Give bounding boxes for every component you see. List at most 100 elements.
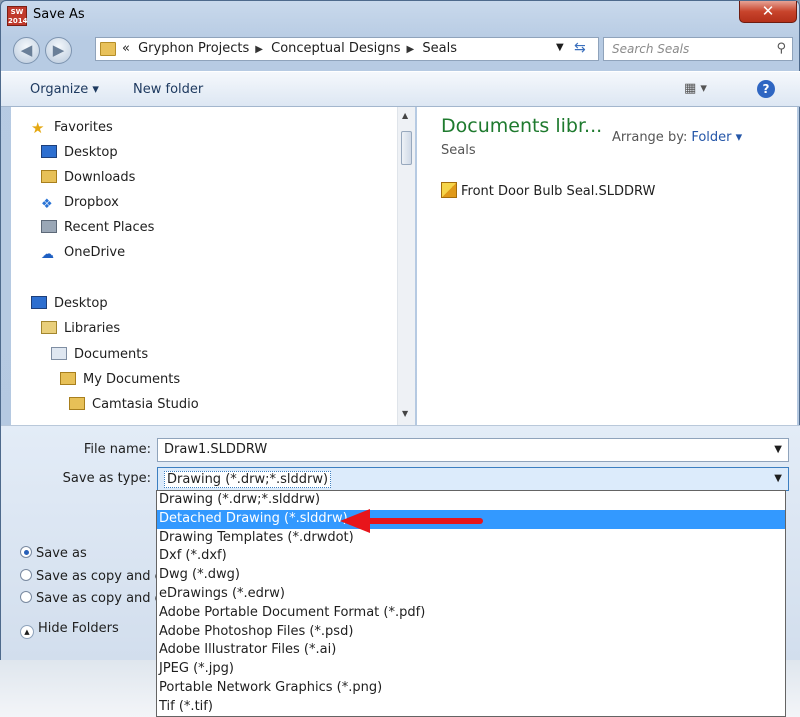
recent-places-icon bbox=[41, 220, 57, 233]
save-as-type-label: Save as type: bbox=[62, 471, 151, 486]
folder-icon bbox=[100, 42, 116, 56]
radio-label: Save as bbox=[36, 546, 87, 561]
radio-label: Save as copy and o bbox=[36, 591, 163, 606]
arrange-label: Arrange by: bbox=[612, 130, 688, 145]
search-box[interactable]: Search Seals ⚲ bbox=[603, 37, 793, 61]
arrange-by-dropdown[interactable]: Folder ▾ bbox=[691, 130, 742, 145]
sidebar-item-label: OneDrive bbox=[64, 245, 126, 260]
scroll-up-icon[interactable]: ▲ bbox=[402, 111, 408, 120]
breadcrumb-gryphon-projects[interactable]: Gryphon Projects bbox=[138, 41, 249, 56]
refresh-icon[interactable]: ⇆ bbox=[574, 40, 586, 56]
type-option[interactable]: Tif (*.tif) bbox=[157, 698, 785, 716]
radio-save-copy-continue[interactable]: Save as copy and c bbox=[20, 569, 162, 584]
breadcrumb-seals[interactable]: Seals bbox=[422, 41, 457, 56]
address-bar[interactable]: « Gryphon Projects ▶ Conceptual Designs ▶ … bbox=[95, 37, 599, 61]
library-title: Documents libr... bbox=[441, 115, 603, 137]
dropbox-icon: ❖ bbox=[41, 197, 53, 212]
sidebar-item-onedrive[interactable]: ☁ OneDrive bbox=[41, 245, 125, 265]
sidebar-item-documents[interactable]: Documents bbox=[51, 347, 148, 367]
search-icon[interactable]: ⚲ bbox=[776, 41, 786, 56]
chevron-down-icon[interactable]: ▼ bbox=[774, 473, 782, 484]
sidebar-item-label: Dropbox bbox=[64, 195, 119, 210]
save-as-type-value: Drawing (*.drw;*.slddrw) bbox=[164, 471, 332, 488]
star-icon: ★ bbox=[31, 119, 45, 137]
app-icon: SW 2014 bbox=[7, 6, 28, 26]
chevron-down-icon[interactable]: ▼ bbox=[556, 42, 564, 53]
close-button[interactable]: ✕ bbox=[739, 1, 797, 23]
type-option[interactable]: Adobe Photoshop Files (*.psd) bbox=[157, 623, 785, 642]
sidebar-item-favorites[interactable]: ★ Favorites bbox=[31, 119, 113, 139]
chevron-down-icon[interactable]: ▼ bbox=[774, 444, 782, 455]
sidebar-item-libraries[interactable]: Libraries bbox=[41, 321, 120, 341]
sidebar-item-label: Favorites bbox=[54, 120, 113, 135]
sidebar-item-dropbox[interactable]: ❖ Dropbox bbox=[41, 195, 119, 215]
scrollbar-thumb[interactable] bbox=[401, 131, 412, 165]
library-subtitle: Seals bbox=[441, 143, 476, 158]
radio-selected-icon[interactable] bbox=[20, 546, 32, 558]
file-name-value: Draw1.SLDDRW bbox=[164, 442, 268, 457]
drawing-file-icon bbox=[441, 182, 457, 198]
navigation-scrollbar[interactable]: ▲ ▼ bbox=[397, 107, 415, 425]
change-view-button[interactable]: ▦ ▾ bbox=[684, 81, 707, 96]
file-name: Front Door Bulb Seal.SLDDRW bbox=[461, 184, 656, 199]
folder-icon bbox=[60, 372, 76, 385]
sidebar-item-label: Documents bbox=[74, 347, 149, 362]
sidebar-item-desktop[interactable]: Desktop bbox=[31, 296, 108, 316]
sidebar-item-recent-places[interactable]: Recent Places bbox=[41, 220, 154, 240]
sidebar-item-camtasia[interactable]: Camtasia Studio bbox=[69, 397, 199, 417]
sidebar-item-downloads[interactable]: Downloads bbox=[41, 170, 135, 190]
hide-folders-label: Hide Folders bbox=[38, 621, 119, 636]
search-input[interactable]: Search Seals bbox=[612, 42, 689, 56]
type-option[interactable]: Dxf (*.dxf) bbox=[157, 547, 785, 566]
navigation-row: ◀ ▶ « Gryphon Projects ▶ Conceptual Desig… bbox=[1, 33, 800, 67]
radio-icon[interactable] bbox=[20, 569, 32, 581]
navigation-pane: ★ Favorites Desktop Downloads ❖ Dropbox Re… bbox=[11, 107, 415, 425]
save-as-type-select[interactable]: Drawing (*.drw;*.slddrw) ▼ bbox=[157, 467, 789, 491]
type-option[interactable]: JPEG (*.jpg) bbox=[157, 660, 785, 679]
red-arrow-annotation bbox=[340, 509, 483, 533]
radio-icon[interactable] bbox=[20, 591, 32, 603]
sidebar-item-label: Desktop bbox=[64, 145, 118, 160]
type-option[interactable]: Drawing (*.drw;*.slddrw) bbox=[157, 491, 785, 510]
chevron-right-icon[interactable]: ▶ bbox=[255, 44, 263, 55]
help-icon[interactable]: ? bbox=[757, 80, 775, 98]
back-button[interactable]: ◀ bbox=[13, 37, 40, 64]
type-option[interactable]: Portable Network Graphics (*.png) bbox=[157, 679, 785, 698]
file-item[interactable]: Front Door Bulb Seal.SLDDRW bbox=[441, 182, 655, 199]
folder-icon bbox=[69, 397, 85, 410]
scroll-down-icon[interactable]: ▼ bbox=[402, 409, 408, 418]
title-bar[interactable]: SW 2014 Save As ✕ bbox=[1, 1, 800, 33]
organize-button[interactable]: Organize ▾ bbox=[30, 82, 99, 97]
sidebar-item-desktop-fav[interactable]: Desktop bbox=[41, 145, 118, 165]
sidebar-item-label: Libraries bbox=[64, 321, 121, 336]
breadcrumb-conceptual-designs[interactable]: Conceptual Designs bbox=[271, 41, 400, 56]
window-title: Save As bbox=[33, 7, 85, 22]
libraries-icon bbox=[41, 321, 57, 334]
cloud-icon: ☁ bbox=[41, 247, 54, 262]
arrange-by: Arrange by: Folder ▾ bbox=[612, 130, 742, 145]
sidebar-item-label: My Documents bbox=[83, 372, 181, 387]
radio-save-copy-open[interactable]: Save as copy and o bbox=[20, 591, 163, 606]
breadcrumb-overflow[interactable]: « bbox=[122, 41, 130, 56]
type-option[interactable]: eDrawings (*.edrw) bbox=[157, 585, 785, 604]
radio-save-as[interactable]: Save as bbox=[20, 546, 87, 561]
toolbar: Organize ▾ New folder ▦ ▾ ? bbox=[1, 71, 800, 107]
documents-icon bbox=[51, 347, 67, 360]
chevron-right-icon[interactable]: ▶ bbox=[407, 44, 415, 55]
radio-label: Save as copy and c bbox=[36, 569, 162, 584]
type-option[interactable]: Adobe Portable Document Format (*.pdf) bbox=[157, 604, 785, 623]
type-option[interactable]: Dwg (*.dwg) bbox=[157, 566, 785, 585]
sidebar-item-my-documents[interactable]: My Documents bbox=[60, 372, 180, 392]
sidebar-item-label: Downloads bbox=[64, 170, 136, 185]
type-option[interactable]: Adobe Illustrator Files (*.ai) bbox=[157, 641, 785, 660]
forward-button[interactable]: ▶ bbox=[45, 37, 72, 64]
desktop-icon bbox=[41, 145, 57, 158]
chevron-up-icon: ▲ bbox=[20, 625, 34, 639]
hide-folders-button[interactable]: ▲ Hide Folders bbox=[20, 621, 119, 639]
file-list-pane: Documents libr... Seals Arrange by: Folde… bbox=[417, 107, 797, 425]
new-folder-button[interactable]: New folder bbox=[133, 82, 203, 97]
file-name-field[interactable]: Draw1.SLDDRW ▼ bbox=[157, 438, 789, 462]
desktop-icon bbox=[31, 296, 47, 309]
downloads-icon bbox=[41, 170, 57, 183]
arrow-head bbox=[340, 509, 370, 533]
